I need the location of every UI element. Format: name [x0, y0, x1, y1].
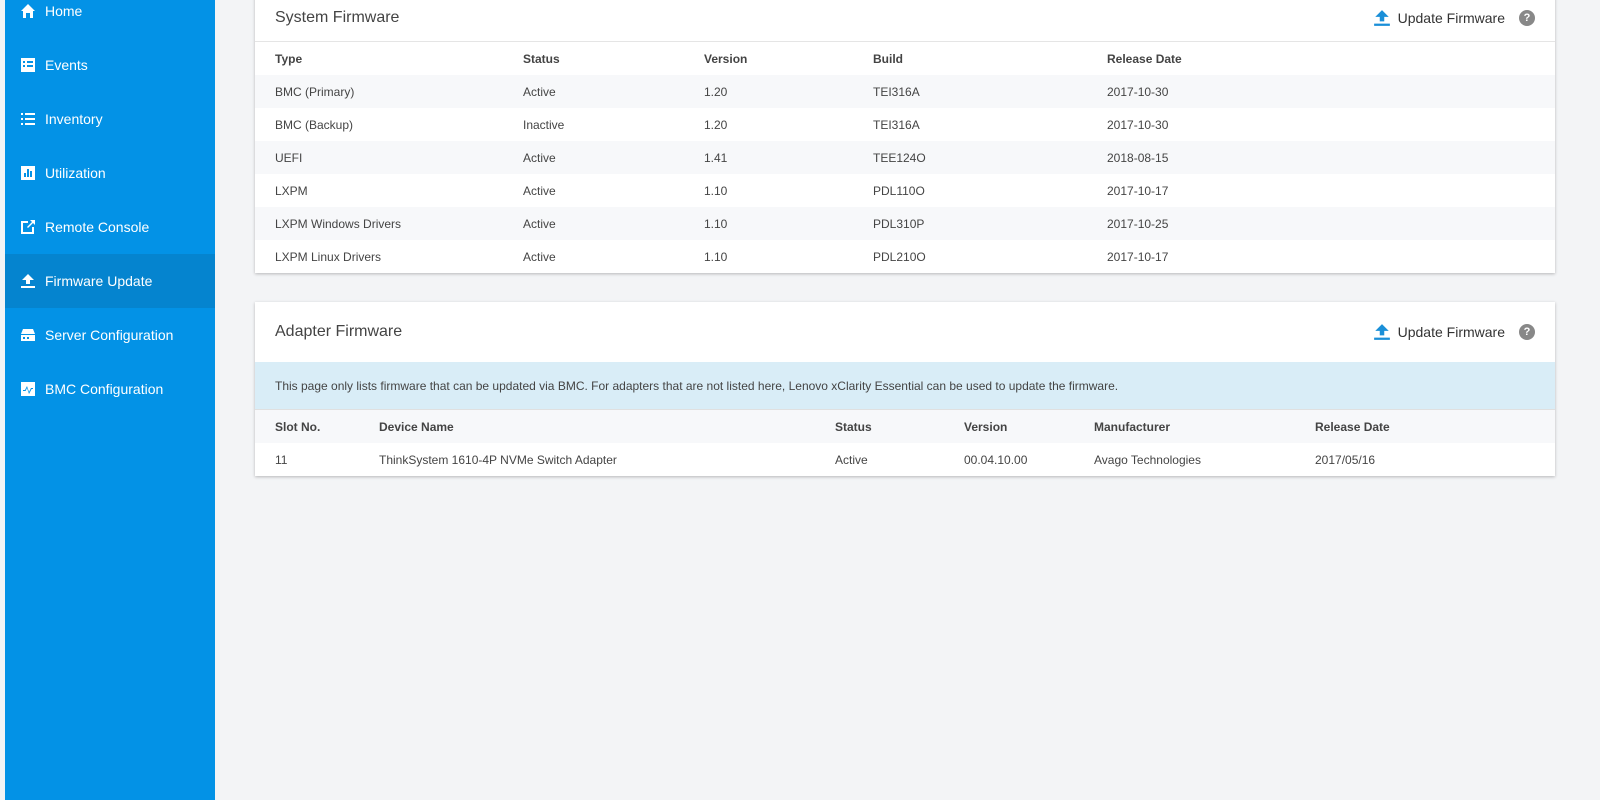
column-header-status[interactable]: Status: [503, 42, 684, 75]
update-firmware-label: Update Firmware: [1397, 9, 1505, 26]
adapter-firmware-header: Adapter Firmware Update Firmware ?: [255, 302, 1555, 362]
column-header-manufacturer[interactable]: Manufacturer: [1074, 410, 1295, 443]
cell-type: BMC (Backup): [275, 117, 354, 132]
cell-status: Active: [523, 216, 556, 231]
sidebar-item-label: Events: [45, 57, 88, 73]
table-row: LXPM Linux Drivers Active 1.10 PDL210O 2…: [255, 240, 1555, 273]
column-header-build[interactable]: Build: [853, 42, 1087, 75]
cell-build: PDL110O: [873, 183, 925, 198]
column-header-version[interactable]: Version: [944, 410, 1074, 443]
help-icon[interactable]: ?: [1519, 9, 1535, 26]
adapter-firmware-table: Slot No. Device Name Status Version Manu…: [255, 410, 1555, 476]
cell-status: Active: [523, 183, 556, 198]
column-header-version[interactable]: Version: [684, 42, 853, 75]
sidebar-item-label: Firmware Update: [45, 273, 153, 289]
sidebar-item-remote-console[interactable]: Remote Console: [5, 200, 215, 254]
cell-release-date: 2017-10-25: [1107, 216, 1169, 231]
home-icon: [19, 2, 37, 20]
cell-build: TEI316A: [873, 117, 920, 132]
table-row: 11 ThinkSystem 1610-4P NVMe Switch Adapt…: [255, 443, 1555, 476]
cell-version: 1.10: [704, 216, 728, 231]
system-firmware-table: Type Status Version Build Release Date B…: [255, 42, 1555, 273]
column-header-release-date[interactable]: Release Date: [1087, 42, 1555, 75]
cell-status: Active: [523, 150, 556, 165]
cell-status: Inactive: [523, 117, 565, 132]
cell-version: 00.04.10.00: [964, 452, 1028, 467]
server-icon: [19, 326, 37, 344]
cell-release-date: 2017-10-17: [1107, 183, 1169, 198]
upload-icon: [1373, 324, 1390, 340]
column-header-status[interactable]: Status: [815, 410, 944, 443]
system-firmware-header: System Firmware Update Firmware ?: [255, 0, 1555, 42]
sidebar-item-home[interactable]: Home: [5, 0, 215, 38]
cell-type: LXPM: [275, 183, 308, 198]
cell-version: 1.41: [704, 150, 728, 165]
sidebar-item-label: Utilization: [45, 165, 106, 181]
column-header-device-name[interactable]: Device Name: [359, 410, 815, 443]
cell-type: BMC (Primary): [275, 84, 355, 99]
cell-type: LXPM Windows Drivers: [275, 216, 402, 231]
table-row: LXPM Windows Drivers Active 1.10 PDL310P…: [255, 207, 1555, 240]
remote-console-icon: [19, 218, 37, 236]
cell-build: PDL310P: [873, 216, 925, 231]
cell-version: 1.10: [704, 249, 728, 264]
sidebar-item-server-configuration[interactable]: Server Configuration: [5, 308, 215, 362]
sidebar-item-inventory[interactable]: Inventory: [5, 92, 215, 146]
panel-title: Adapter Firmware: [275, 323, 403, 340]
cell-status: Active: [835, 452, 868, 467]
cell-release-date: 2017/05/16: [1315, 452, 1376, 467]
update-firmware-button[interactable]: Update Firmware: [1373, 9, 1505, 27]
upload-icon: [19, 272, 37, 290]
cell-build: TEI316A: [873, 84, 920, 99]
sidebar-item-label: Server Configuration: [45, 327, 174, 343]
cell-release-date: 2017-10-17: [1107, 249, 1169, 264]
sidebar-item-bmc-configuration[interactable]: BMC Configuration: [5, 362, 215, 416]
cell-slot-no: 11: [275, 452, 288, 467]
sidebar: Home Events Inventory Utilization Remote…: [0, 0, 215, 800]
cell-status: Active: [523, 84, 556, 99]
column-header-slot-no[interactable]: Slot No.: [255, 410, 359, 443]
sidebar-item-firmware-update[interactable]: Firmware Update: [5, 254, 215, 308]
inventory-icon: [19, 110, 37, 128]
cell-device-name: ThinkSystem 1610-4P NVMe Switch Adapter: [379, 452, 617, 467]
adapter-firmware-panel: Adapter Firmware Update Firmware ? This …: [255, 302, 1555, 476]
cell-release-date: 2017-10-30: [1107, 84, 1169, 99]
cell-release-date: 2017-10-30: [1107, 117, 1169, 132]
cell-status: Active: [523, 249, 556, 264]
panel-title: System Firmware: [275, 8, 400, 26]
cell-version: 1.20: [704, 84, 728, 99]
update-firmware-label: Update Firmware: [1397, 324, 1505, 340]
help-icon[interactable]: ?: [1519, 324, 1535, 340]
system-firmware-panel: System Firmware Update Firmware ? Type S…: [255, 0, 1555, 273]
sidebar-item-events[interactable]: Events: [5, 38, 215, 92]
events-icon: [19, 56, 37, 74]
cell-version: 1.10: [704, 183, 728, 198]
table-row: BMC (Backup) Inactive 1.20 TEI316A 2017-…: [255, 108, 1555, 141]
cell-version: 1.20: [704, 117, 728, 132]
update-firmware-button[interactable]: Update Firmware: [1373, 323, 1505, 341]
utilization-icon: [19, 164, 37, 182]
column-header-type[interactable]: Type: [255, 42, 503, 75]
cell-build: PDL210O: [873, 249, 926, 264]
sidebar-item-label: Home: [45, 3, 83, 19]
pulse-icon: [19, 380, 37, 398]
column-header-release-date[interactable]: Release Date: [1295, 410, 1555, 443]
table-row: BMC (Primary) Active 1.20 TEI316A 2017-1…: [255, 75, 1555, 108]
cell-type: UEFI: [275, 150, 303, 165]
table-row: LXPM Active 1.10 PDL110O 2017-10-17: [255, 174, 1555, 207]
upload-icon: [1373, 9, 1390, 26]
sidebar-item-utilization[interactable]: Utilization: [5, 146, 215, 200]
cell-release-date: 2018-08-15: [1107, 150, 1169, 165]
cell-manufacturer: Avago Technologies: [1094, 452, 1201, 467]
cell-type: LXPM Linux Drivers: [275, 249, 382, 264]
sidebar-item-label: Inventory: [45, 111, 103, 127]
info-message: This page only lists firmware that can b…: [255, 362, 1555, 410]
cell-build: TEE124O: [873, 150, 926, 165]
table-row: UEFI Active 1.41 TEE124O 2018-08-15: [255, 141, 1555, 174]
sidebar-item-label: Remote Console: [45, 219, 150, 235]
sidebar-item-label: BMC Configuration: [45, 381, 164, 397]
